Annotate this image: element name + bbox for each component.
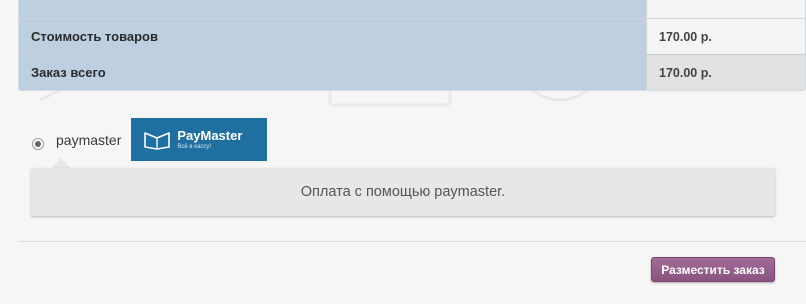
place-order-button[interactable]: Разместить заказ [651, 257, 775, 282]
logo-brand-name: PayMaster [177, 128, 243, 143]
payment-description-box: Оплата с помощью paymaster. [31, 168, 775, 216]
checkout-order-review: Стоимость товаров 170.00 р. Заказ всего … [0, 0, 806, 304]
paymaster-logo: PayMaster Всё в кассу! [131, 118, 268, 161]
payment-method-label[interactable]: paymaster [56, 132, 121, 148]
description-pointer [51, 158, 71, 168]
subtotal-label: Стоимость товаров [19, 19, 647, 54]
subtotal-value: 170.00 р. [647, 19, 805, 54]
totals-row-order-total: Заказ всего 170.00 р. [19, 54, 805, 90]
payment-method-radio[interactable] [32, 138, 44, 150]
payment-method-paymaster[interactable]: paymaster PayMaster Всё в кассу! [32, 118, 268, 161]
totals-top-value-cell [646, 0, 805, 18]
order-total-value: 170.00 р. [647, 55, 805, 90]
divider [18, 241, 806, 242]
totals-table-top [19, 0, 805, 18]
totals-row-subtotal: Стоимость товаров 170.00 р. [19, 18, 805, 54]
wallet-icon [144, 131, 171, 150]
order-totals-table: Стоимость товаров 170.00 р. Заказ всего … [18, 0, 806, 91]
order-total-label: Заказ всего [19, 55, 647, 90]
payment-description-text: Оплата с помощью paymaster. [300, 184, 506, 200]
logo-tagline: Всё в кассу! [177, 144, 211, 150]
